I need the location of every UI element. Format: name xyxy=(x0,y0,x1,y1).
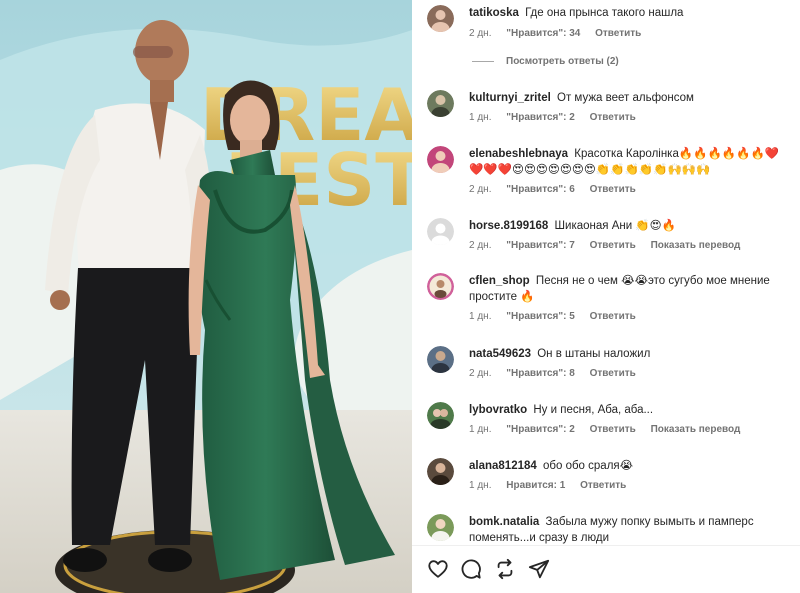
comment-likes[interactable]: "Нравится": 2 xyxy=(506,112,575,123)
comment-time: 1 дн. xyxy=(469,112,492,123)
replies-divider xyxy=(472,60,494,62)
avatar-image xyxy=(427,146,454,173)
comment-item: cflen_shop Песня не о чем 😭😭это сугубо м… xyxy=(412,272,800,328)
comment-body: elenabeshlebnaya Красотка Каролінка🔥🔥🔥🔥🔥… xyxy=(469,146,792,178)
comments-panel: tatikoska Где она прынса такого нашла 2 … xyxy=(412,0,800,593)
comment-meta: 2 дн. "Нравится": 7 Ответить Показать пе… xyxy=(469,240,752,251)
avatar[interactable] xyxy=(427,90,454,117)
comment-text: Он в штаны наложил xyxy=(537,348,651,360)
avatar[interactable] xyxy=(427,218,454,245)
share-icon[interactable] xyxy=(528,558,550,580)
comment-time: 1 дн. xyxy=(469,424,492,435)
comment-text: Где она прынса такого нашла xyxy=(525,7,684,19)
post-photo[interactable]: DREA FEST xyxy=(0,0,412,593)
comment-time: 1 дн. xyxy=(469,311,492,322)
comment-item: kulturnyi_zritel От мужа веет альфонсом … xyxy=(412,88,800,128)
avatar-image xyxy=(427,458,454,485)
comment-username[interactable]: bomk.natalia xyxy=(469,516,539,528)
comment-likes[interactable]: "Нравится": 2 xyxy=(506,424,575,435)
comment-meta: 1 дн. "Нравится": 2 Ответить Показать пе… xyxy=(469,424,752,435)
avatar-image xyxy=(427,5,454,32)
comment-username[interactable]: tatikoska xyxy=(469,7,519,19)
comment-text: От мужа веет альфонсом xyxy=(557,92,694,104)
comment-likes[interactable]: "Нравится": 8 xyxy=(506,368,575,379)
comment-text: обо обо сраля😭 xyxy=(543,460,634,472)
comment-meta: 1 дн. "Нравится": 2 Ответить xyxy=(469,112,648,123)
comment-item: tatikoska Где она прынса такого нашла 2 … xyxy=(412,0,800,70)
comment-meta: 2 дн. "Нравится": 34 Ответить xyxy=(469,28,653,39)
comment-text: Шикаоная Ани 👏😍🔥 xyxy=(554,220,676,232)
comment-likes[interactable]: "Нравится": 7 xyxy=(506,240,575,251)
comment-body: tatikoska Где она прынса такого нашла xyxy=(469,5,792,21)
avatar[interactable] xyxy=(427,458,454,485)
comment-username[interactable]: kulturnyi_zritel xyxy=(469,92,551,104)
comments-list[interactable]: tatikoska Где она прынса такого нашла 2 … xyxy=(412,0,800,545)
post-image: DREA FEST xyxy=(0,0,412,593)
comment-body: kulturnyi_zritel От мужа веет альфонсом xyxy=(469,90,792,106)
comment-meta: 2 дн. "Нравится": 6 Ответить xyxy=(469,184,648,195)
avatar[interactable] xyxy=(427,273,454,300)
reply-button[interactable]: Ответить xyxy=(595,28,641,39)
reply-button[interactable]: Ответить xyxy=(590,184,636,195)
comment-time: 2 дн. xyxy=(469,240,492,251)
comment-username[interactable]: alana812184 xyxy=(469,460,537,472)
avatar[interactable] xyxy=(427,346,454,373)
comment-text: Ну и песня, Аба, аба... xyxy=(533,404,654,416)
comment-body: lybovratko Ну и песня, Аба, аба... xyxy=(469,402,792,418)
comment-likes[interactable]: "Нравится": 34 xyxy=(506,28,580,39)
reply-button[interactable]: Ответить xyxy=(580,480,626,491)
comment-item: nata549623 Он в штаны наложил 2 дн. "Нра… xyxy=(412,344,800,384)
avatar-image xyxy=(427,346,454,373)
comment-item: elenabeshlebnaya Красотка Каролінка🔥🔥🔥🔥🔥… xyxy=(412,144,800,200)
reply-button[interactable]: Ответить xyxy=(590,112,636,123)
comment-username[interactable]: cflen_shop xyxy=(469,275,530,287)
comment-likes[interactable]: "Нравится": 5 xyxy=(506,311,575,322)
comment-meta: 2 дн. "Нравится": 8 Ответить xyxy=(469,368,648,379)
avatar-image xyxy=(427,273,454,300)
comment-item: lybovratko Ну и песня, Аба, аба... 1 дн.… xyxy=(412,400,800,440)
repost-icon[interactable] xyxy=(494,558,516,580)
reply-button[interactable]: Ответить xyxy=(590,240,636,251)
comment-item: alana812184 обо обо сраля😭 1 дн. Нравитс… xyxy=(412,456,800,496)
avatar[interactable] xyxy=(427,5,454,32)
comment-time: 2 дн. xyxy=(469,28,492,39)
comment-body: nata549623 Он в штаны наложил xyxy=(469,346,792,362)
comment-username[interactable]: elenabeshlebnaya xyxy=(469,148,568,160)
view-replies-button[interactable]: Посмотреть ответы (2) xyxy=(472,56,619,67)
post-action-bar xyxy=(412,545,800,593)
comment-username[interactable]: lybovratko xyxy=(469,404,527,416)
avatar-image xyxy=(427,402,454,429)
show-translation-button[interactable]: Показать перевод xyxy=(651,424,741,435)
reply-button[interactable]: Ответить xyxy=(590,424,636,435)
comment-time: 1 дн. xyxy=(469,480,492,491)
comment-likes[interactable]: "Нравится": 6 xyxy=(506,184,575,195)
avatar[interactable] xyxy=(427,514,454,541)
comment-body: bomk.natalia Забыла мужу попку вымыть и … xyxy=(469,514,792,545)
comment-username[interactable]: horse.8199168 xyxy=(469,220,548,232)
comment-item: horse.8199168 Шикаоная Ани 👏😍🔥 2 дн. "Нр… xyxy=(412,216,800,256)
comment-time: 2 дн. xyxy=(469,184,492,195)
default-avatar-icon xyxy=(427,218,454,245)
comment-time: 2 дн. xyxy=(469,368,492,379)
comment-item: bomk.natalia Забыла мужу попку вымыть и … xyxy=(412,512,800,545)
comment-username[interactable]: nata549623 xyxy=(469,348,531,360)
view-replies-label: Посмотреть ответы (2) xyxy=(506,56,619,67)
avatar[interactable] xyxy=(427,402,454,429)
comment-meta: 1 дн. Нравится: 1 Ответить xyxy=(469,480,638,491)
avatar[interactable] xyxy=(427,146,454,173)
heart-icon[interactable] xyxy=(427,558,449,580)
reply-button[interactable]: Ответить xyxy=(590,368,636,379)
comment-likes[interactable]: Нравится: 1 xyxy=(506,480,565,491)
comment-icon[interactable] xyxy=(460,558,482,580)
comment-meta: 1 дн. "Нравится": 5 Ответить xyxy=(469,311,648,322)
reply-button[interactable]: Ответить xyxy=(590,311,636,322)
avatar-image xyxy=(427,514,454,541)
comment-body: alana812184 обо обо сраля😭 xyxy=(469,458,792,474)
show-translation-button[interactable]: Показать перевод xyxy=(651,240,741,251)
comment-body: cflen_shop Песня не о чем 😭😭это сугубо м… xyxy=(469,273,792,305)
avatar-image xyxy=(427,90,454,117)
comment-body: horse.8199168 Шикаоная Ани 👏😍🔥 xyxy=(469,218,792,234)
